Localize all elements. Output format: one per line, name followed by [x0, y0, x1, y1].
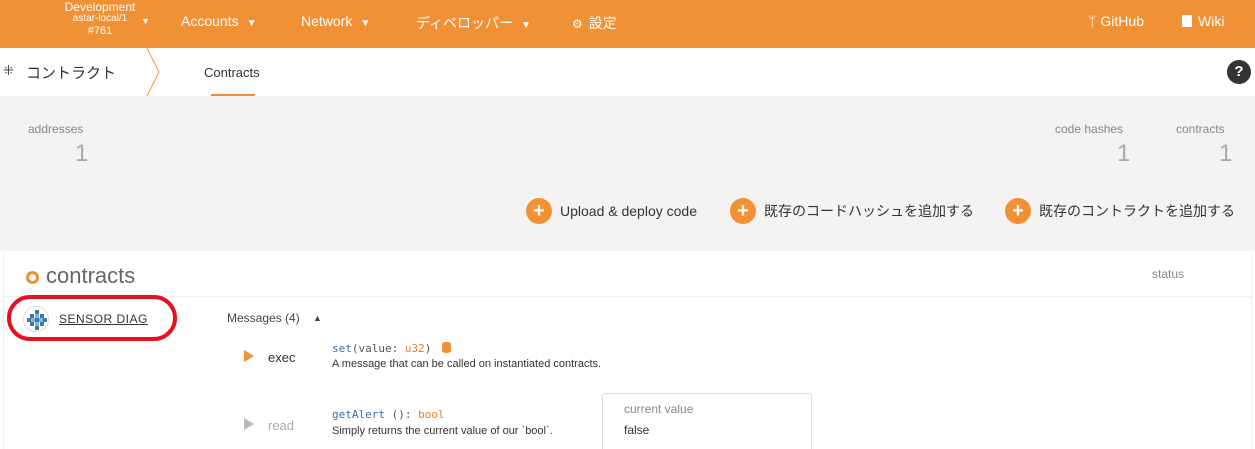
- upload-deploy-label: Upload & deploy code: [560, 203, 697, 219]
- nav-accounts[interactable]: Accounts ▼: [181, 13, 257, 29]
- current-value: false: [624, 423, 650, 437]
- code-hashes-value: 1: [1117, 140, 1131, 167]
- message-args-close: ): [424, 342, 432, 355]
- chain-node: astar-local/1: [72, 13, 128, 24]
- add-code-hash-button[interactable]: + 既存のコードハッシュを追加する: [730, 198, 974, 224]
- message-args: (value:: [351, 342, 405, 355]
- summary-panel: addresses 1 code hashes 1 contracts 1 + …: [0, 96, 1255, 251]
- message-fn-name: set: [332, 342, 352, 355]
- nav-settings[interactable]: ⚙ 設定: [572, 13, 617, 33]
- compress-icon: ⁜: [3, 63, 14, 78]
- addresses-label: addresses: [28, 122, 84, 136]
- code-hashes-label: code hashes: [1055, 122, 1124, 136]
- add-contract-label: 既存のコントラクトを追加する: [1039, 203, 1235, 219]
- code-branch-icon: ᛘ: [1088, 13, 1097, 29]
- chain-name: Development: [64, 0, 136, 14]
- plus-icon: +: [1005, 198, 1031, 224]
- message-arg-type: u32: [404, 342, 425, 355]
- contracts-header: contracts status: [4, 251, 1251, 297]
- exec-play-button[interactable]: [244, 350, 254, 362]
- sub-nav-bar: ⁜ コントラクト Contracts: [0, 48, 1255, 96]
- database-icon: [441, 342, 451, 353]
- status-column-header: status: [1152, 267, 1185, 281]
- message-description: A message that can be called on instanti…: [332, 358, 602, 370]
- nav-network[interactable]: Network ▼: [301, 13, 370, 29]
- plus-icon: +: [526, 198, 552, 224]
- plus-icon: +: [730, 198, 756, 224]
- upload-deploy-button[interactable]: + Upload & deploy code: [526, 198, 697, 224]
- highlight-annotation: [7, 295, 177, 341]
- message-fn-name: getAlert: [332, 408, 385, 421]
- chevron-down-icon: ▼: [521, 20, 531, 31]
- top-nav-bar: Development astar-local/1 #761 ▼ Account…: [0, 0, 1255, 48]
- message-description: Simply returns the current value of our …: [332, 425, 553, 437]
- chain-block: #761: [87, 25, 113, 37]
- circle-icon: [26, 271, 39, 284]
- add-code-hash-label: 既存のコードハッシュを追加する: [764, 203, 974, 219]
- exec-label: exec: [268, 350, 296, 365]
- current-value-label: current value: [624, 402, 694, 416]
- message-signature: set(value: u32): [332, 342, 451, 355]
- message-args: ():: [384, 408, 419, 421]
- help-button[interactable]: ?: [1227, 60, 1251, 84]
- nav-accounts-label: Accounts: [181, 13, 239, 29]
- chain-selector[interactable]: Development astar-local/1 #761 ▼: [50, 1, 150, 37]
- nav-settings-label: 設定: [588, 15, 617, 31]
- nav-developer[interactable]: ディベロッパー ▼: [416, 13, 531, 33]
- caret-up-icon: ▲: [313, 313, 322, 323]
- wiki-link[interactable]: Wiki: [1182, 13, 1224, 29]
- github-link[interactable]: ᛘ GitHub: [1088, 13, 1144, 29]
- messages-label: Messages (4): [227, 311, 300, 325]
- nav-network-label: Network: [301, 13, 353, 29]
- book-icon: [1182, 15, 1192, 27]
- wiki-label: Wiki: [1198, 13, 1225, 29]
- breadcrumb-separator: [146, 48, 160, 96]
- gears-icon: ⚙: [572, 17, 583, 31]
- tab-contracts[interactable]: Contracts: [204, 65, 260, 80]
- messages-toggle[interactable]: Messages (4) ▲: [227, 311, 322, 325]
- nav-developer-label: ディベロッパー: [416, 15, 514, 31]
- contracts-title: contracts: [46, 263, 136, 288]
- message-return-type: bool: [418, 408, 445, 421]
- contracts-count-value: 1: [1219, 140, 1233, 167]
- github-label: GitHub: [1100, 13, 1144, 29]
- read-play-button[interactable]: [244, 418, 254, 430]
- page-title: コントラクト: [26, 65, 117, 82]
- chevron-down-icon: ▼: [360, 18, 371, 29]
- chevron-down-icon: ▼: [246, 18, 257, 29]
- chevron-down-icon: ▼: [141, 16, 150, 26]
- read-label: read: [268, 418, 295, 433]
- add-contract-button[interactable]: + 既存のコントラクトを追加する: [1005, 198, 1235, 224]
- current-value-box: current value false: [602, 393, 812, 449]
- addresses-value: 1: [75, 140, 89, 167]
- contracts-count-label: contracts: [1176, 122, 1225, 136]
- message-signature: getAlert (): bool: [332, 408, 445, 421]
